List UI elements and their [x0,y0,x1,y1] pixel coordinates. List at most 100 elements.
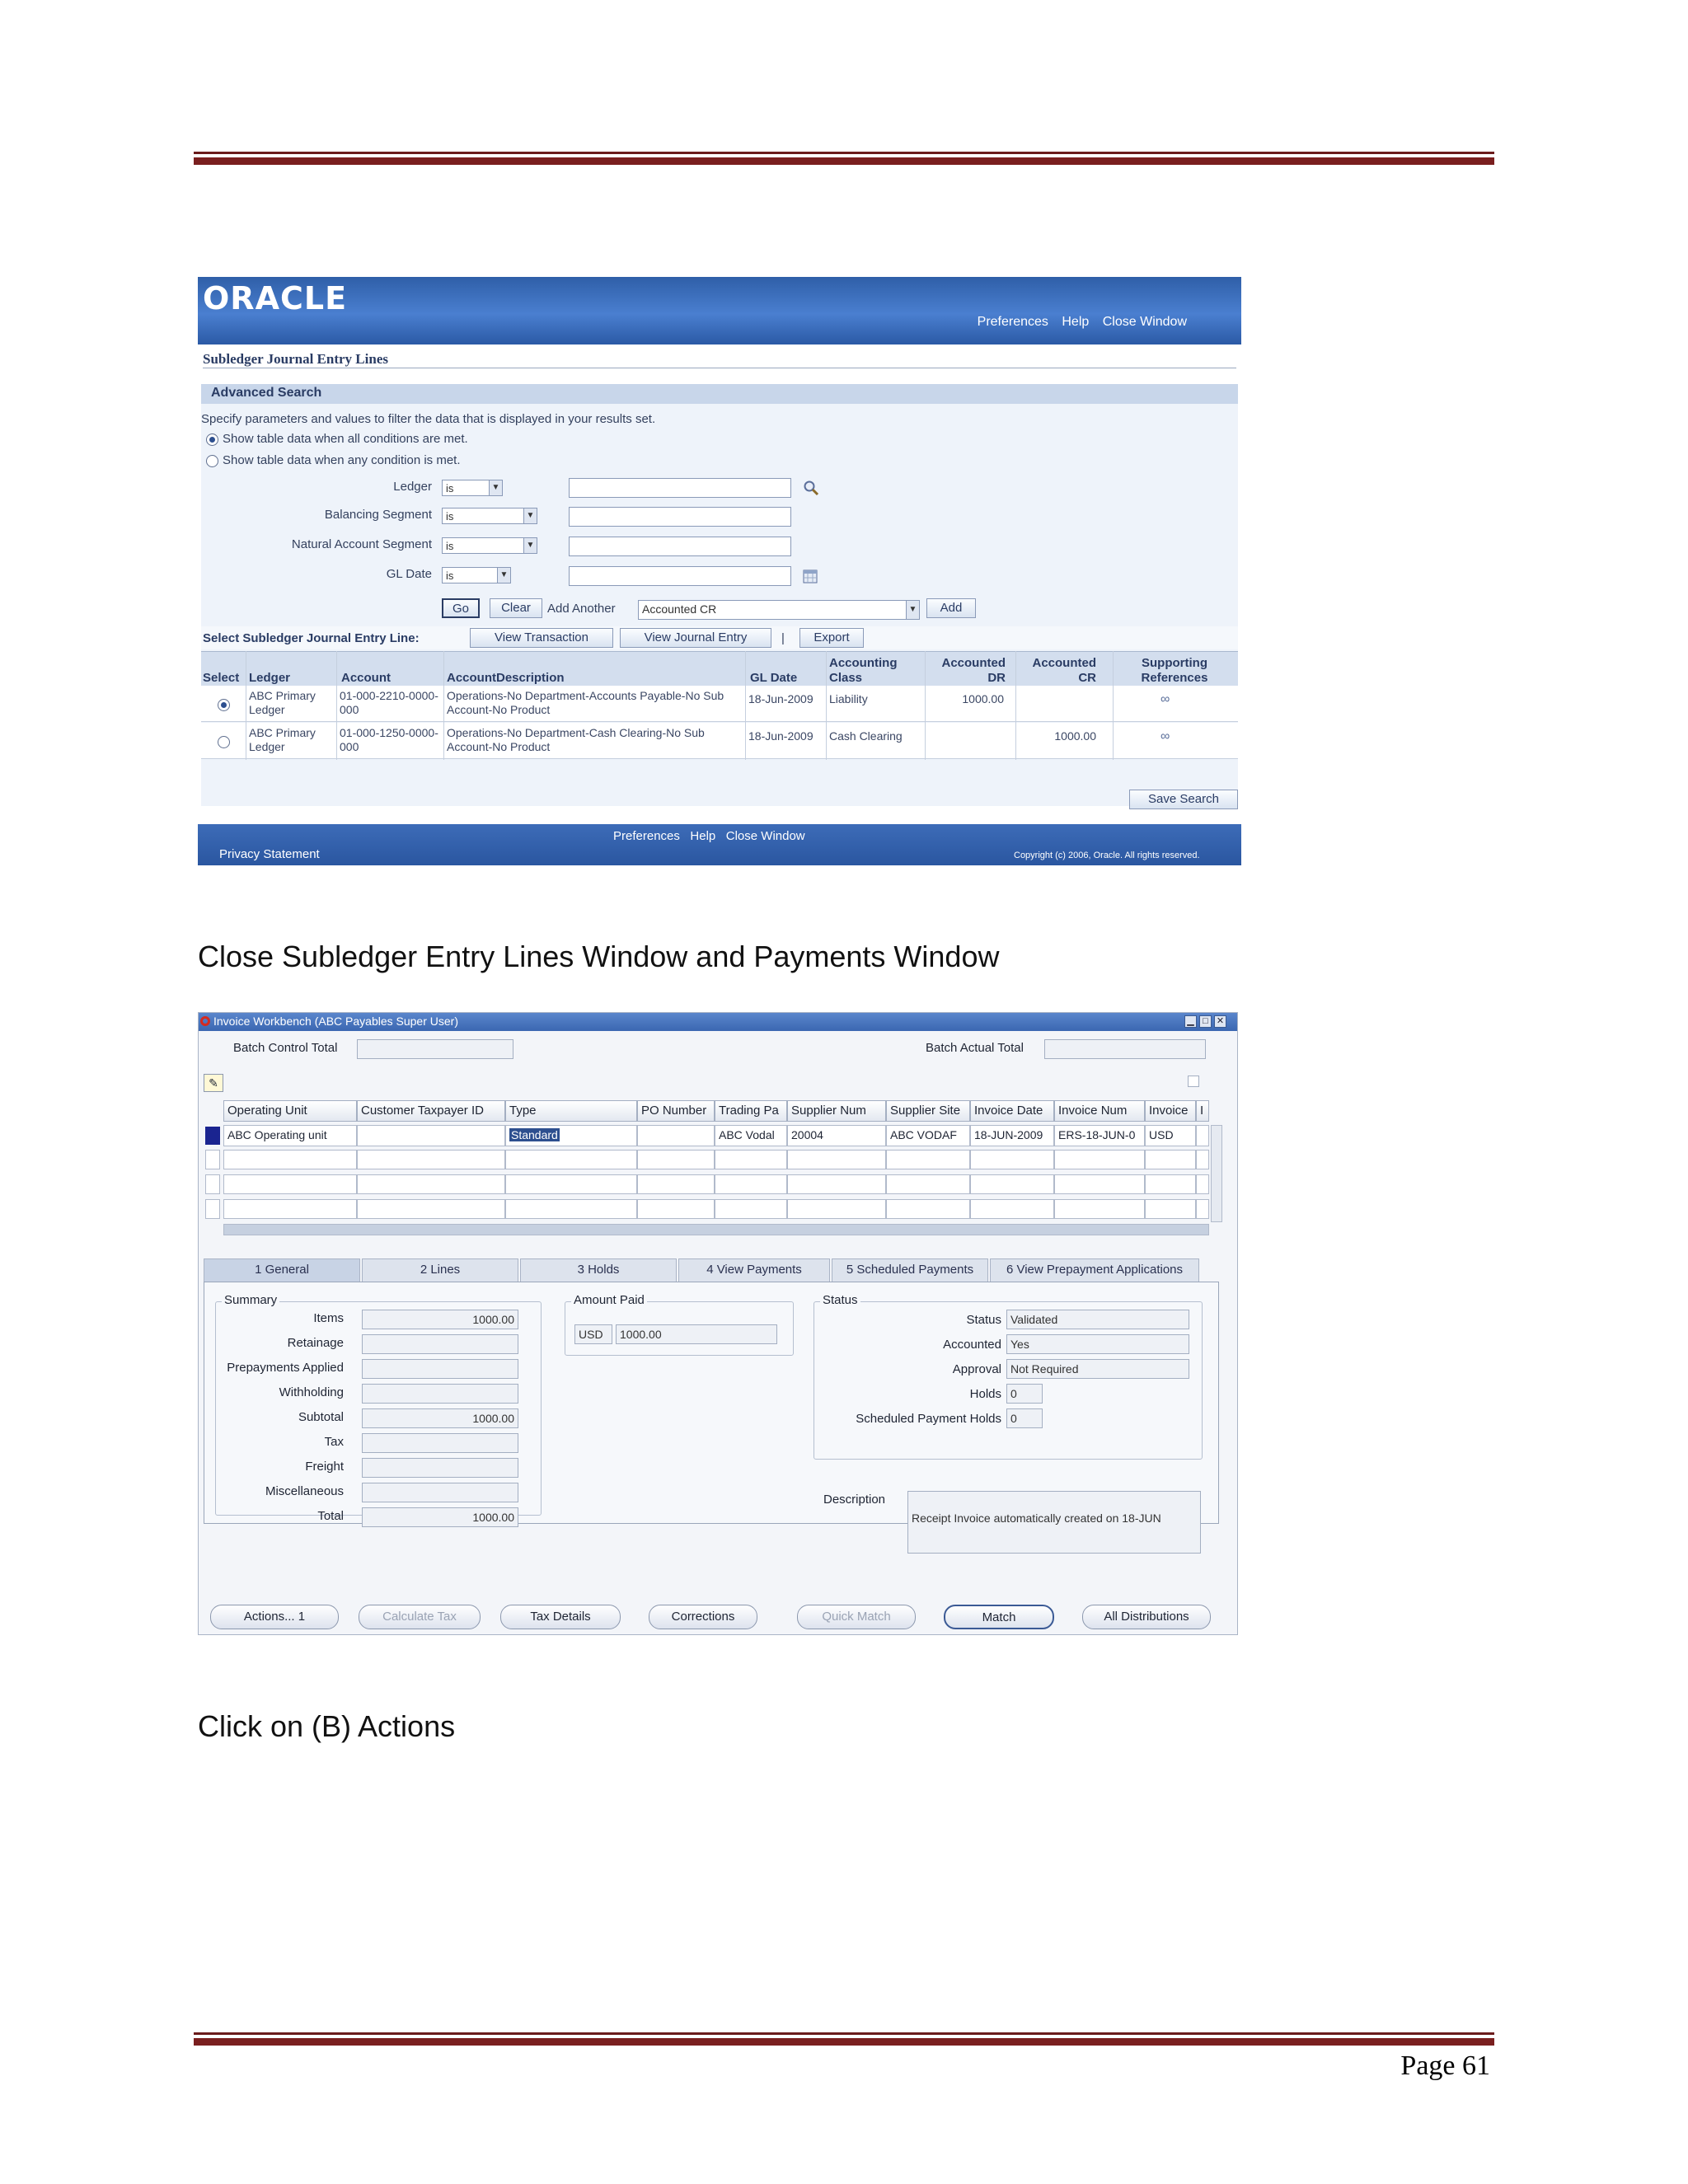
ledger-value-input[interactable] [569,478,791,498]
checkbox-icon[interactable] [1188,1076,1199,1087]
cell-invoice-date[interactable]: 18-JUN-2009 [970,1125,1054,1146]
tab-scheduled-payments[interactable]: 5 Scheduled Payments [832,1258,988,1282]
status-value[interactable]: 0 [1006,1384,1043,1404]
footer-preferences-link[interactable]: Preferences [613,829,680,843]
empty-grid-cell[interactable] [223,1174,357,1194]
clear-button[interactable]: Clear [490,598,542,618]
summary-value[interactable]: 1000.00 [362,1310,518,1329]
cell-operating-unit[interactable]: ABC Operating unit [223,1125,357,1146]
help-link[interactable]: Help [1062,315,1089,329]
empty-grid-cell[interactable] [1196,1150,1209,1169]
search-icon[interactable] [803,480,819,496]
summary-value[interactable] [362,1458,518,1478]
empty-grid-cell[interactable] [505,1150,637,1169]
empty-grid-cell[interactable] [886,1150,970,1169]
row-indicator[interactable] [205,1174,220,1194]
close-icon[interactable]: ✕ [1214,1015,1226,1028]
row-select-radio[interactable] [218,736,230,748]
empty-grid-cell[interactable] [637,1199,715,1219]
empty-grid-cell[interactable] [1196,1199,1209,1219]
add-button[interactable]: Add [926,598,976,618]
radio-any-condition[interactable] [206,455,218,467]
tab-holds[interactable]: 3 Holds [520,1258,677,1282]
balancing-value-input[interactable] [569,507,791,527]
empty-grid-cell[interactable] [715,1174,787,1194]
quick-match-button[interactable]: Quick Match [797,1605,916,1629]
empty-grid-cell[interactable] [787,1174,886,1194]
row-indicator[interactable] [205,1199,220,1219]
minimize-icon[interactable]: ▁ [1184,1015,1197,1028]
save-search-button[interactable]: Save Search [1129,790,1238,809]
calculate-tax-button[interactable]: Calculate Tax [359,1605,481,1629]
go-button[interactable]: Go [442,598,480,618]
summary-value[interactable]: 1000.00 [362,1507,518,1527]
empty-grid-cell[interactable] [787,1199,886,1219]
row-indicator[interactable] [205,1150,220,1169]
status-value[interactable]: Yes [1006,1334,1189,1354]
match-button[interactable]: Match [944,1605,1054,1629]
cell-po-number[interactable] [637,1125,715,1146]
empty-grid-cell[interactable] [1054,1150,1145,1169]
calendar-icon[interactable] [803,569,818,583]
empty-grid-cell[interactable] [357,1174,505,1194]
empty-grid-cell[interactable] [787,1150,886,1169]
amount-paid-value[interactable]: 1000.00 [616,1324,777,1344]
empty-grid-cell[interactable] [970,1174,1054,1194]
amount-paid-currency[interactable]: USD [574,1324,612,1344]
maximize-icon[interactable]: □ [1199,1015,1212,1028]
corrections-button[interactable]: Corrections [649,1605,757,1629]
horizontal-scrollbar[interactable] [223,1224,1209,1235]
ledger-operator-select[interactable]: is ▼ [442,480,503,496]
empty-grid-cell[interactable] [223,1199,357,1219]
natural-account-operator-select[interactable]: is ▼ [442,537,537,554]
footer-close-window-link[interactable]: Close Window [726,829,805,843]
vertical-scrollbar[interactable] [1211,1125,1222,1222]
status-value[interactable]: 0 [1006,1408,1043,1428]
empty-grid-cell[interactable] [1196,1174,1209,1194]
export-button[interactable]: Export [799,628,864,648]
empty-grid-cell[interactable] [886,1174,970,1194]
status-value[interactable]: Validated [1006,1310,1189,1329]
empty-grid-cell[interactable] [970,1199,1054,1219]
gl-date-operator-select[interactable]: is ▼ [442,567,511,583]
cell-type[interactable]: Standard [505,1125,637,1146]
cell-invoice-num[interactable]: ERS-18-JUN-0 [1054,1125,1145,1146]
tab-view-payments[interactable]: 4 View Payments [678,1258,830,1282]
summary-value[interactable] [362,1433,518,1453]
view-transaction-button[interactable]: View Transaction [470,628,613,648]
summary-value[interactable]: 1000.00 [362,1408,518,1428]
empty-grid-cell[interactable] [357,1199,505,1219]
view-journal-entry-button[interactable]: View Journal Entry [620,628,771,648]
empty-grid-cell[interactable] [1145,1174,1196,1194]
balancing-operator-select[interactable]: is ▼ [442,508,537,524]
folder-icon[interactable]: ✎ [204,1074,223,1092]
empty-grid-cell[interactable] [715,1150,787,1169]
empty-grid-cell[interactable] [1054,1199,1145,1219]
summary-value[interactable] [362,1359,518,1379]
tax-details-button[interactable]: Tax Details [500,1605,621,1629]
gl-date-value-input[interactable] [569,566,791,586]
privacy-statement-link[interactable]: Privacy Statement [219,847,320,861]
close-window-link[interactable]: Close Window [1103,315,1187,329]
actions-button[interactable]: Actions... 1 [210,1605,339,1629]
row-indicator-current[interactable] [205,1127,220,1145]
summary-value[interactable] [362,1384,518,1404]
natural-account-value-input[interactable] [569,537,791,556]
cell-supplier-site[interactable]: ABC VODAF [886,1125,970,1146]
cell-trading-partner[interactable]: ABC Vodal [715,1125,787,1146]
empty-grid-cell[interactable] [1145,1150,1196,1169]
description-field[interactable]: Receipt Invoice automatically created on… [907,1491,1201,1554]
tab-view-prepayment-applications[interactable]: 6 View Prepayment Applications [990,1258,1199,1282]
empty-grid-cell[interactable] [1054,1174,1145,1194]
empty-grid-cell[interactable] [715,1199,787,1219]
batch-control-total-field[interactable] [357,1039,513,1059]
footer-help-link[interactable]: Help [690,829,715,843]
summary-value[interactable] [362,1483,518,1502]
empty-grid-cell[interactable] [505,1199,637,1219]
radio-all-conditions[interactable] [206,434,218,446]
batch-actual-total-field[interactable] [1044,1039,1206,1059]
empty-grid-cell[interactable] [223,1150,357,1169]
cell-customer-taxpayer-id[interactable] [357,1125,505,1146]
empty-grid-cell[interactable] [886,1199,970,1219]
preferences-link[interactable]: Preferences [978,315,1048,329]
